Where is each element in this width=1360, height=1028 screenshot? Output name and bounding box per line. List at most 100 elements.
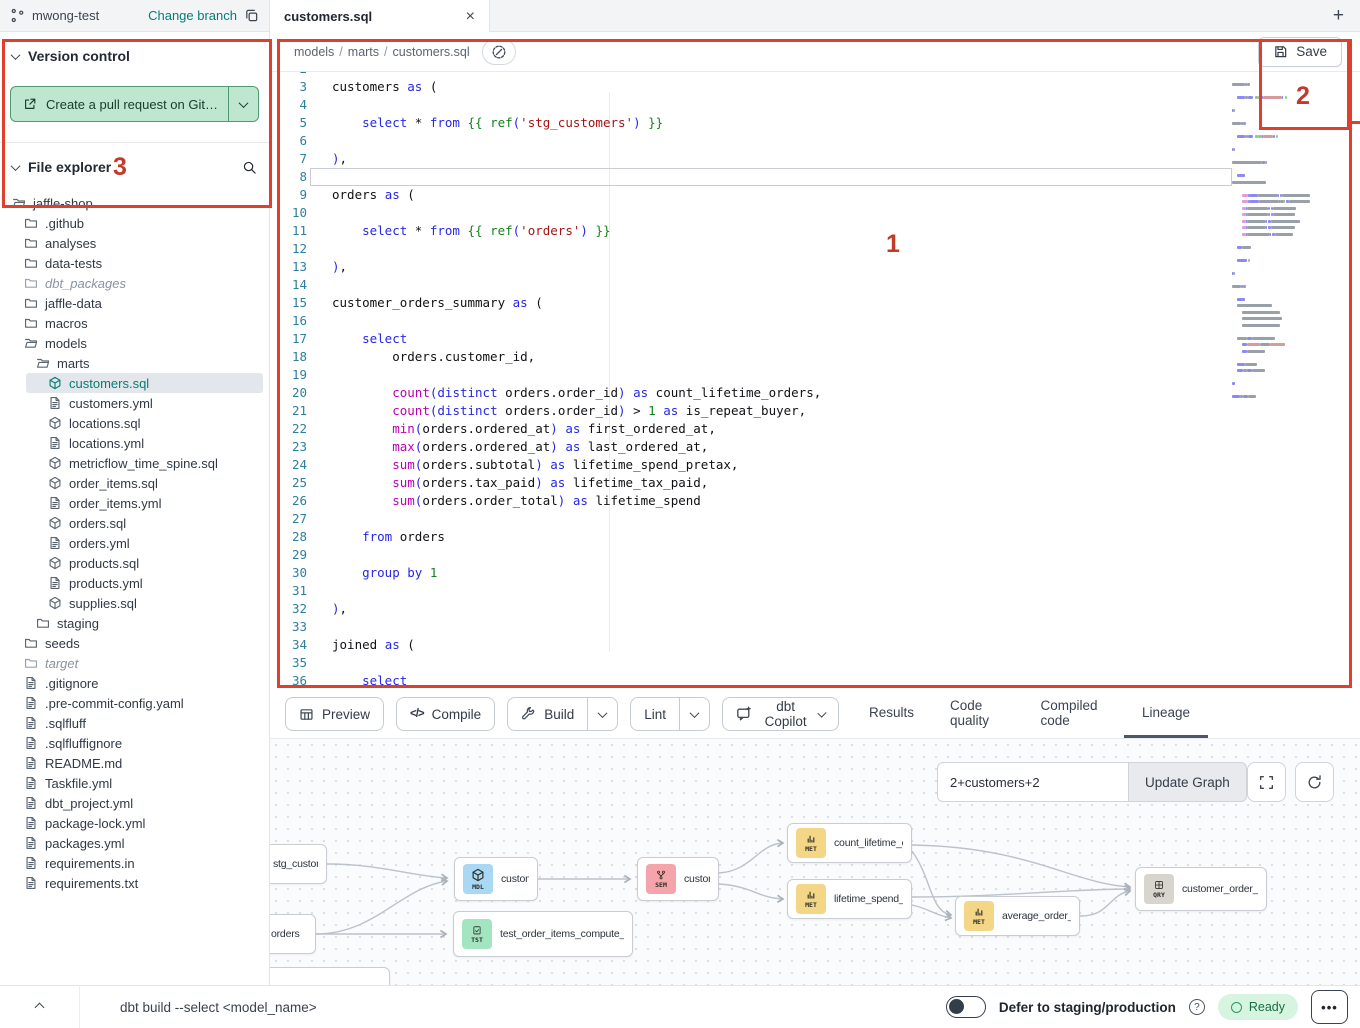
tree-item-requirements-txt[interactable]: requirements.txt <box>6 873 263 893</box>
lineage-node-sem-customers[interactable]: SEMcustomers <box>637 857 719 901</box>
tree-item-metricflow-time-spine-sql[interactable]: metricflow_time_spine.sql <box>6 453 263 473</box>
breadcrumb-item[interactable]: customers.sql <box>393 45 470 59</box>
lineage-node-partial[interactable] <box>270 967 390 985</box>
tree-item-staging[interactable]: staging <box>6 613 263 633</box>
fullscreen-button[interactable] <box>1247 762 1286 802</box>
tab-code-quality[interactable]: Code quality <box>932 690 1023 738</box>
lineage-node-met-lifetime[interactable]: METlifetime_spend_pretax <box>787 879 912 919</box>
code-editor[interactable]: 23customers as (45 select * from {{ ref(… <box>270 72 1360 690</box>
lineage-selector-input[interactable] <box>937 762 1128 802</box>
preview-button[interactable]: Preview <box>285 697 384 731</box>
lint-dropdown[interactable] <box>679 698 709 730</box>
change-branch-link[interactable]: Change branch <box>148 8 237 23</box>
help-icon[interactable]: ? <box>1189 999 1205 1015</box>
lineage-node-mdl-customers[interactable]: MDLcustomers <box>454 857 538 901</box>
tree-item-models[interactable]: models <box>6 333 263 353</box>
code-line-19[interactable]: 19 <box>270 366 1232 384</box>
command-input[interactable]: dbt build --select <model_name> <box>120 1000 317 1015</box>
save-button[interactable]: Save <box>1258 37 1342 67</box>
tree-item-readme-md[interactable]: README.md <box>6 753 263 773</box>
tree-item-seeds[interactable]: seeds <box>6 633 263 653</box>
update-graph-button[interactable]: Update Graph <box>1128 762 1247 802</box>
tree-item-packages-yml[interactable]: packages.yml <box>6 833 263 853</box>
lineage-node-met-count[interactable]: METcount_lifetime_orders <box>787 823 912 863</box>
code-line-26[interactable]: 26 sum(orders.order_total) as lifetime_s… <box>270 492 1232 510</box>
tab-results[interactable]: Results <box>851 690 932 738</box>
breadcrumb-item[interactable]: marts <box>348 45 379 59</box>
tree-item-orders-sql[interactable]: orders.sql <box>6 513 263 533</box>
code-line-11[interactable]: 11 select * from {{ ref('orders') }} <box>270 222 1232 240</box>
tree-item-requirements-in[interactable]: requirements.in <box>6 853 263 873</box>
code-line-15[interactable]: 15customer_orders_summary as ( <box>270 294 1232 312</box>
tree-item-package-lock-yml[interactable]: package-lock.yml <box>6 813 263 833</box>
code-line-6[interactable]: 6 <box>270 132 1232 150</box>
code-line-35[interactable]: 35 <box>270 654 1232 672</box>
tree-item-dbt-project-yml[interactable]: dbt_project.yml <box>6 793 263 813</box>
tree-item--sqlfluffignore[interactable]: .sqlfluffignore <box>6 733 263 753</box>
build-dropdown[interactable] <box>587 698 617 730</box>
lineage-panel[interactable]: stg_customersorders MDLcustomers TSTtest_o… <box>270 738 1360 985</box>
code-line-29[interactable]: 29 <box>270 546 1232 564</box>
minimap[interactable] <box>1232 75 1310 400</box>
lineage-node-tst[interactable]: TSTtest_order_items_compute_to_bools… <box>453 911 633 957</box>
more-options-button[interactable]: ••• <box>1311 990 1348 1024</box>
tree-item-order-items-yml[interactable]: order_items.yml <box>6 493 263 513</box>
version-control-header[interactable]: Version control <box>0 32 269 74</box>
tab-compiled-code[interactable]: Compiled code <box>1023 690 1124 738</box>
tree-item-customers-yml[interactable]: customers.yml <box>6 393 263 413</box>
code-line-24[interactable]: 24 sum(orders.subtotal) as lifetime_spen… <box>270 456 1232 474</box>
code-line-7[interactable]: 7), <box>270 150 1232 168</box>
code-line-34[interactable]: 34joined as ( <box>270 636 1232 654</box>
code-line-3[interactable]: 3customers as ( <box>270 78 1232 96</box>
dbt-copilot-button[interactable]: dbt Copilot <box>722 697 839 731</box>
lineage-node-stg-customers[interactable]: stg_customers <box>270 844 327 884</box>
tree-item-macros[interactable]: macros <box>6 313 263 333</box>
tree-item-supplies-sql[interactable]: supplies.sql <box>6 593 263 613</box>
breadcrumb-item[interactable]: models <box>294 45 334 59</box>
code-line-18[interactable]: 18 orders.customer_id, <box>270 348 1232 366</box>
tree-item--pre-commit-config-yaml[interactable]: .pre-commit-config.yaml <box>6 693 263 713</box>
lineage-node-qry[interactable]: QRYcustomer_order_metrics <box>1135 867 1267 911</box>
close-icon[interactable]: × <box>466 8 475 26</box>
refresh-button[interactable] <box>1295 762 1334 802</box>
copy-icon[interactable] <box>244 8 259 23</box>
lineage-node-orders[interactable]: orders <box>270 914 316 954</box>
code-line-14[interactable]: 14 <box>270 276 1232 294</box>
tree-item-target[interactable]: target <box>6 653 263 673</box>
tree-item-dbt-packages[interactable]: dbt_packages <box>6 273 263 293</box>
code-line-23[interactable]: 23 max(orders.ordered_at) as last_ordere… <box>270 438 1232 456</box>
view-docs-button[interactable] <box>482 39 516 65</box>
code-line-32[interactable]: 32), <box>270 600 1232 618</box>
new-tab-button[interactable]: + <box>1333 6 1344 25</box>
create-pull-request-button[interactable]: Create a pull request on Git… <box>10 86 259 122</box>
lint-split-button[interactable]: Lint <box>630 697 710 731</box>
search-icon[interactable] <box>242 160 257 175</box>
tree-item--gitignore[interactable]: .gitignore <box>6 673 263 693</box>
tree-item-analyses[interactable]: analyses <box>6 233 263 253</box>
code-line-16[interactable]: 16 <box>270 312 1232 330</box>
code-line-33[interactable]: 33 <box>270 618 1232 636</box>
build-split-button[interactable]: Build <box>507 697 618 731</box>
tree-item-data-tests[interactable]: data-tests <box>6 253 263 273</box>
tree-item-products-yml[interactable]: products.yml <box>6 573 263 593</box>
code-line-4[interactable]: 4 <box>270 96 1232 114</box>
code-line-31[interactable]: 31 <box>270 582 1232 600</box>
code-line-21[interactable]: 21 count(distinct orders.order_id) > 1 a… <box>270 402 1232 420</box>
code-line-12[interactable]: 12 <box>270 240 1232 258</box>
tree-item-jaffle-data[interactable]: jaffle-data <box>6 293 263 313</box>
tree-item--sqlfluff[interactable]: .sqlfluff <box>6 713 263 733</box>
code-line-27[interactable]: 27 <box>270 510 1232 528</box>
tree-item-marts[interactable]: marts <box>6 353 263 373</box>
code-line-13[interactable]: 13), <box>270 258 1232 276</box>
file-explorer-header[interactable]: File explorer <box>0 143 269 185</box>
code-line-25[interactable]: 25 sum(orders.tax_paid) as lifetime_tax_… <box>270 474 1232 492</box>
pr-button-dropdown[interactable] <box>228 87 258 121</box>
tree-item-jaffle-shop[interactable]: jaffle-shop <box>6 193 263 213</box>
code-line-10[interactable]: 10 <box>270 204 1232 222</box>
code-line-5[interactable]: 5 select * from {{ ref('stg_customers') … <box>270 114 1232 132</box>
code-line-20[interactable]: 20 count(distinct orders.order_id) as co… <box>270 384 1232 402</box>
tab-customers-sql[interactable]: customers.sql × <box>270 0 490 33</box>
defer-toggle[interactable] <box>946 996 986 1018</box>
tree-item-taskfile-yml[interactable]: Taskfile.yml <box>6 773 263 793</box>
lineage-node-met-avg[interactable]: METaverage_order_value <box>955 896 1080 936</box>
